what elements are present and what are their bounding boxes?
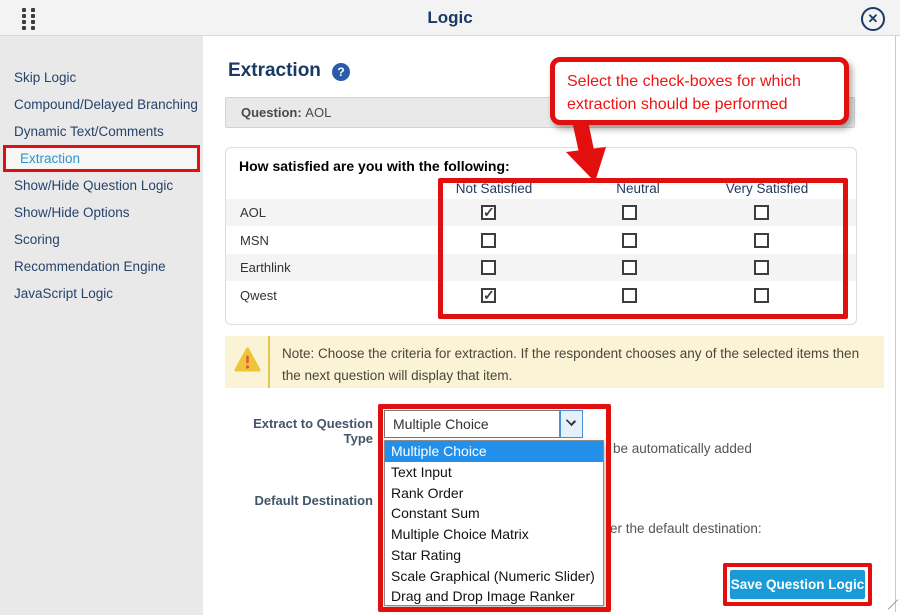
dropdown-option-constant-sum[interactable]: Constant Sum xyxy=(385,503,603,524)
logic-dialog: Logic ✕ Skip Logic Compound/Delayed Bran… xyxy=(0,0,900,615)
page-title: Extraction xyxy=(228,60,321,82)
column-header-very-satisfied: Very Satisfied xyxy=(702,181,832,196)
checkbox-qwest-neutral[interactable] xyxy=(622,288,637,303)
default-destination-label: Default Destination xyxy=(225,493,373,508)
row-label: AOL xyxy=(240,205,266,220)
checkbox-earthlink-neutral[interactable] xyxy=(622,260,637,275)
column-header-not-satisfied: Not Satisfied xyxy=(429,181,559,196)
logic-sidebar: Skip Logic Compound/Delayed Branching Dy… xyxy=(0,36,203,615)
chevron-down-icon[interactable] xyxy=(560,411,582,437)
checkbox-aol-neutral[interactable] xyxy=(622,205,637,220)
sidebar-item-dynamic-text-comments[interactable]: Dynamic Text/Comments xyxy=(0,118,203,145)
partial-text-auto-added: be automatically added xyxy=(613,441,752,456)
sidebar-item-compound-delayed-branching[interactable]: Compound/Delayed Branching xyxy=(0,91,203,118)
table-row: AOL xyxy=(226,199,856,226)
row-label: Earthlink xyxy=(240,260,291,275)
extract-to-question-type-label: Extract to Question Type xyxy=(225,416,373,446)
checkbox-earthlink-very-satisfied[interactable] xyxy=(754,260,769,275)
table-row: Earthlink xyxy=(226,254,856,281)
checkbox-msn-very-satisfied[interactable] xyxy=(754,233,769,248)
question-type-select-value: Multiple Choice xyxy=(393,416,489,432)
dropdown-option-drag-drop-image-ranker[interactable]: Drag and Drop Image Ranker xyxy=(385,586,603,607)
panel-right-border xyxy=(895,36,896,612)
sidebar-item-extraction[interactable]: Extraction xyxy=(3,145,200,172)
sidebar-item-scoring[interactable]: Scoring xyxy=(0,226,203,253)
dropdown-option-star-rating[interactable]: Star Rating xyxy=(385,545,603,566)
checkbox-msn-neutral[interactable] xyxy=(622,233,637,248)
question-bar-label: Question: xyxy=(241,105,302,120)
dropdown-option-multiple-choice-matrix[interactable]: Multiple Choice Matrix xyxy=(385,524,603,545)
checkbox-earthlink-not-satisfied[interactable] xyxy=(481,260,496,275)
note-divider xyxy=(268,336,270,388)
sidebar-item-show-hide-question-logic[interactable]: Show/Hide Question Logic xyxy=(0,172,203,199)
checkbox-aol-not-satisfied[interactable] xyxy=(481,205,496,220)
note-text: Note: Choose the criteria for extraction… xyxy=(282,343,878,387)
question-type-dropdown: Multiple Choice Text Input Rank Order Co… xyxy=(384,440,604,606)
dropdown-option-text-input[interactable]: Text Input xyxy=(385,462,603,483)
table-row: MSN xyxy=(226,227,856,254)
save-question-logic-button[interactable]: Save Question Logic xyxy=(730,570,865,599)
dropdown-option-multiple-choice[interactable]: Multiple Choice xyxy=(385,441,603,462)
sidebar-item-skip-logic[interactable]: Skip Logic xyxy=(0,64,203,91)
checkbox-qwest-very-satisfied[interactable] xyxy=(754,288,769,303)
matrix-question-title: How satisfied are you with the following… xyxy=(239,158,510,174)
partial-text-default-destination: er the default destination: xyxy=(610,521,762,536)
help-icon[interactable]: ? xyxy=(332,63,350,81)
dialog-header: Logic ✕ xyxy=(0,0,900,36)
table-row: Qwest xyxy=(226,282,856,309)
checkbox-qwest-not-satisfied[interactable] xyxy=(481,288,496,303)
question-bar-value: AOL xyxy=(305,105,331,120)
sidebar-item-show-hide-options[interactable]: Show/Hide Options xyxy=(0,199,203,226)
close-icon[interactable]: ✕ xyxy=(861,7,885,31)
warning-icon xyxy=(234,347,261,372)
dropdown-option-scale-graphical[interactable]: Scale Graphical (Numeric Slider) xyxy=(385,566,603,587)
row-label: MSN xyxy=(240,233,269,248)
question-type-select[interactable]: Multiple Choice xyxy=(384,410,583,438)
checkbox-aol-very-satisfied[interactable] xyxy=(754,205,769,220)
checkbox-msn-not-satisfied[interactable] xyxy=(481,233,496,248)
annotation-arrow-icon xyxy=(558,121,618,191)
dialog-title: Logic xyxy=(0,8,900,28)
sidebar-item-recommendation-engine[interactable]: Recommendation Engine xyxy=(0,253,203,280)
annotation-callout: Select the check-boxes for which extract… xyxy=(550,57,849,125)
sidebar-item-javascript-logic[interactable]: JavaScript Logic xyxy=(0,280,203,307)
dropdown-option-rank-order[interactable]: Rank Order xyxy=(385,483,603,504)
row-label: Qwest xyxy=(240,288,277,303)
